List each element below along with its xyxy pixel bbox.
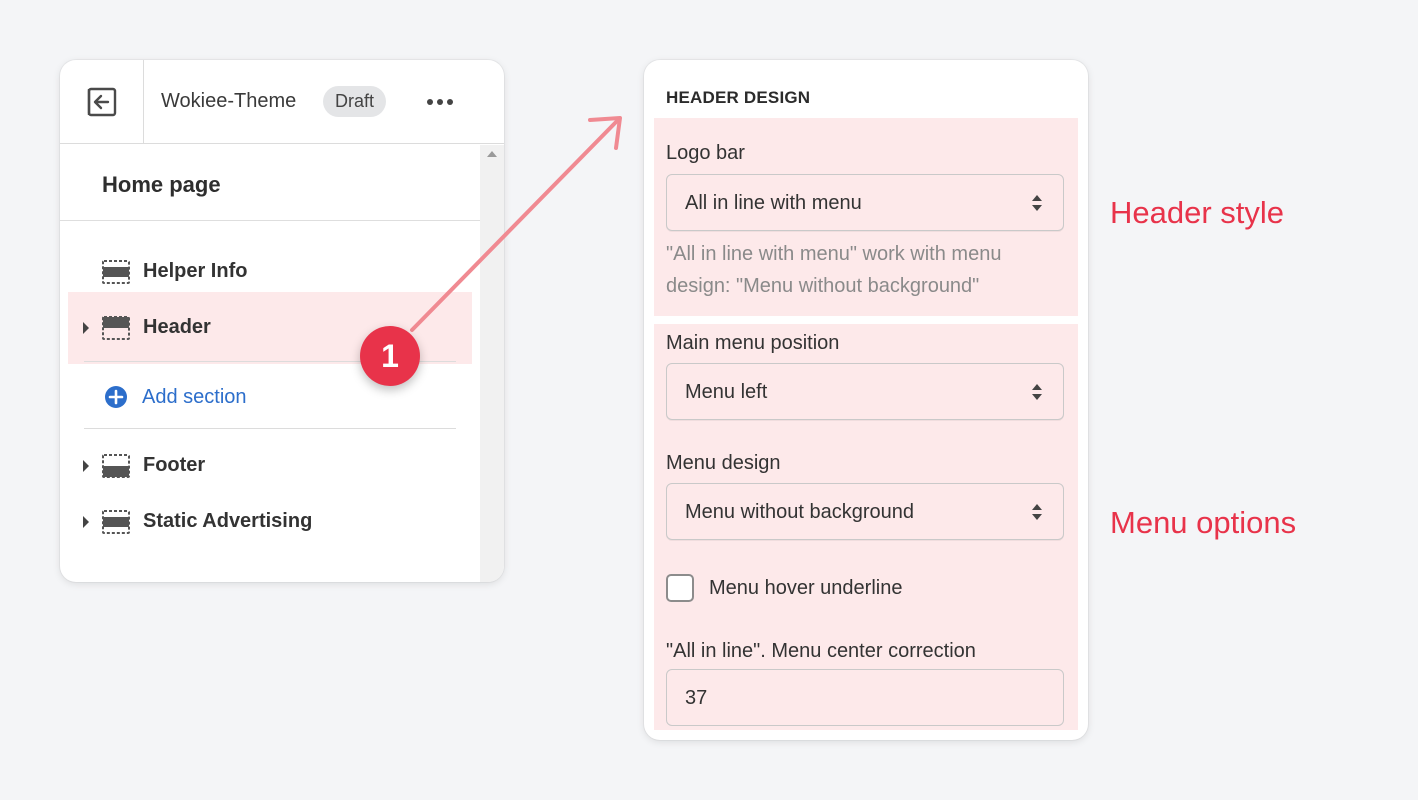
expand-caret-icon[interactable] (83, 460, 89, 472)
menu-center-correction-input[interactable]: 37 (666, 669, 1064, 726)
logo-bar-label: Logo bar (666, 142, 745, 164)
section-item-label: Footer (143, 454, 206, 476)
section-icon (102, 260, 130, 284)
select-arrows-icon (1032, 195, 1042, 211)
menu-center-correction-label: "All in line". Menu center correction (666, 640, 976, 662)
section-item-static-advertising[interactable]: Static Advertising (68, 494, 472, 550)
menu-hover-underline-label: Menu hover underline (709, 576, 903, 599)
logo-bar-value: All in line with menu (685, 192, 862, 214)
section-icon (102, 510, 130, 534)
section-item-label: Static Advertising (143, 510, 313, 532)
scroll-up-arrow-icon[interactable] (487, 151, 497, 157)
scrollbar[interactable] (480, 145, 504, 582)
header-style-annotation: Header style (1110, 195, 1285, 230)
select-arrows-icon (1032, 384, 1042, 400)
divider (60, 220, 480, 221)
section-item-label: Header (143, 316, 211, 338)
status-badge: Draft (323, 86, 387, 117)
menu-center-correction-value: 37 (685, 687, 708, 709)
more-horizontal-icon (427, 99, 453, 105)
step-number-badge: 1 (360, 326, 420, 386)
more-actions-button[interactable] (422, 88, 458, 116)
checkbox[interactable] (666, 574, 694, 602)
header-section-icon (102, 316, 130, 340)
footer-section-icon (102, 454, 130, 478)
exit-button[interactable] (60, 60, 144, 144)
menu-design-label: Menu design (666, 452, 781, 474)
editor-topbar: Wokiee-Theme Draft (60, 60, 504, 144)
menu-design-value: Menu without background (685, 501, 915, 523)
plus-circle-icon (105, 386, 127, 408)
menu-design-select[interactable]: Menu without background (666, 483, 1064, 540)
page-title: Home page (102, 172, 221, 197)
add-section-button[interactable]: Add section (104, 383, 247, 411)
theme-editor-sidebar: Wokiee-Theme Draft Home page Helper Info… (60, 60, 504, 582)
menu-hover-underline-checkbox[interactable]: Menu hover underline (666, 573, 902, 603)
divider (84, 428, 456, 429)
section-item-footer[interactable]: Footer (68, 438, 472, 494)
theme-name: Wokiee-Theme (161, 90, 297, 112)
exit-icon (87, 87, 116, 117)
logo-bar-select[interactable]: All in line with menu (666, 174, 1064, 231)
panel-heading: HEADER DESIGN (666, 88, 811, 107)
logo-bar-help-text: "All in line with menu" work with menu d… (666, 243, 1002, 297)
select-arrows-icon (1032, 504, 1042, 520)
section-item-label: Helper Info (143, 260, 248, 282)
header-settings-panel: HEADER DESIGN Logo bar All in line with … (644, 60, 1088, 740)
expand-caret-icon[interactable] (83, 516, 89, 528)
menu-options-annotation: Menu options (1110, 505, 1297, 540)
main-menu-position-label: Main menu position (666, 332, 840, 354)
expand-caret-icon[interactable] (83, 322, 89, 334)
add-section-label: Add section (142, 385, 247, 408)
main-menu-position-value: Menu left (685, 381, 768, 403)
main-menu-position-select[interactable]: Menu left (666, 363, 1064, 420)
